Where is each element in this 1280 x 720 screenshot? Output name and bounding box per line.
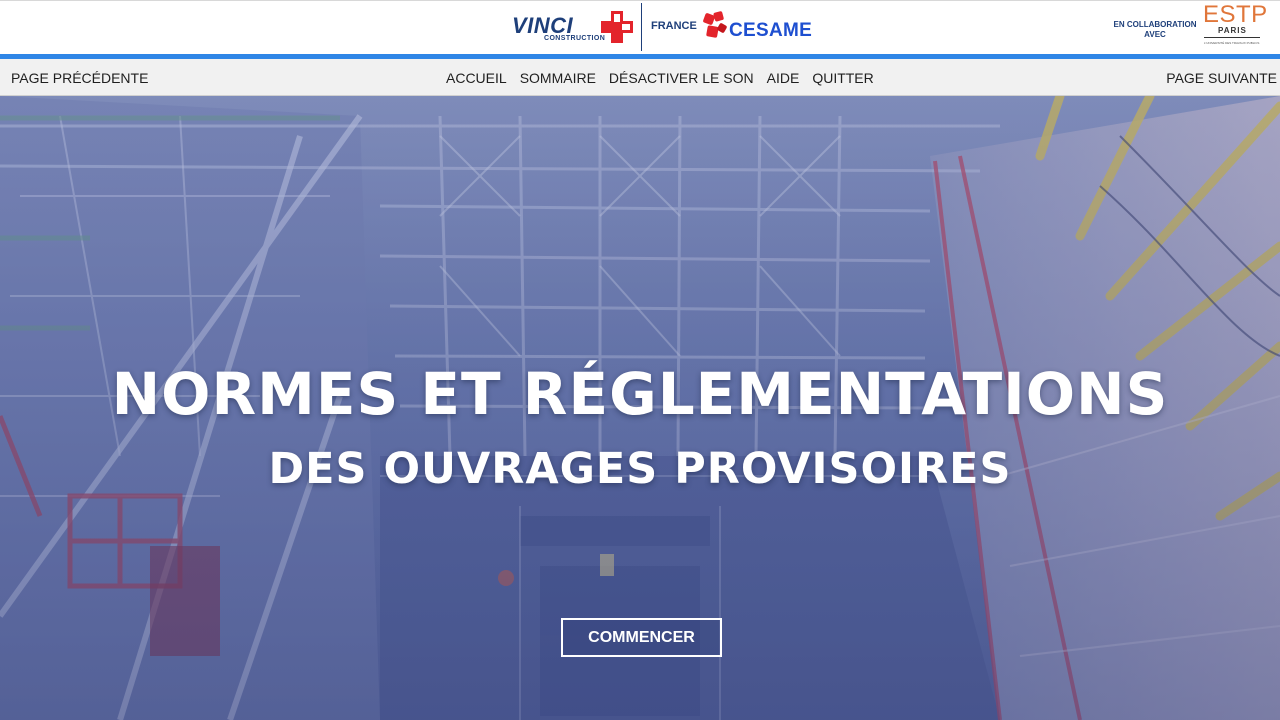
- main-menu: ACCUEIL SOMMAIRE DÉSACTIVER LE SON AIDE …: [446, 70, 874, 86]
- collaboration-label: EN COLLABORATION AVEC: [1112, 20, 1198, 40]
- home-link[interactable]: ACCUEIL: [446, 70, 507, 86]
- hero-subtitle: DES OUVRAGES PROVISOIRES: [268, 444, 1012, 494]
- cesame-logo: CESAME: [701, 9, 813, 45]
- estp-underline: [1204, 37, 1260, 38]
- quit-link[interactable]: QUITTER: [812, 70, 873, 86]
- vinci-construction-logo: VINCI CONSTRUCTION: [512, 10, 636, 46]
- navigation-bar: PAGE PRÉCÉDENTE ACCUEIL SOMMAIRE DÉSACTI…: [0, 59, 1280, 96]
- collaboration-line-2: AVEC: [1144, 30, 1166, 39]
- help-link[interactable]: AIDE: [767, 70, 800, 86]
- hero-section: NORMES ET RÉGLEMENTATIONS DES OUVRAGES P…: [0, 96, 1280, 720]
- vinci-cross-icon: [601, 11, 633, 43]
- next-page-link[interactable]: PAGE SUIVANTE: [1166, 70, 1277, 86]
- estp-wordmark: ESTP: [1203, 1, 1268, 28]
- estp-tagline: L'UNIVERSITÉ DES TRAVAUX PUBLICS: [1204, 41, 1260, 45]
- brand-divider: [641, 3, 642, 51]
- start-button[interactable]: COMMENCER: [561, 618, 722, 657]
- estp-city: PARIS: [1218, 26, 1247, 35]
- country-label: FRANCE: [651, 20, 697, 32]
- cesame-wordmark: CESAME: [729, 20, 813, 41]
- previous-page-link[interactable]: PAGE PRÉCÉDENTE: [11, 70, 148, 86]
- vinci-subtitle: CONSTRUCTION: [544, 35, 606, 42]
- estp-paris-logo: ESTP PARIS L'UNIVERSITÉ DES TRAVAUX PUBL…: [1202, 1, 1267, 50]
- summary-link[interactable]: SOMMAIRE: [520, 70, 596, 86]
- hero-title: NORMES ET RÉGLEMENTATIONS: [111, 360, 1169, 428]
- mute-sound-link[interactable]: DÉSACTIVER LE SON: [609, 70, 754, 86]
- site-header: VINCI CONSTRUCTION FRANCE CESAME EN COLL…: [0, 0, 1280, 54]
- collaboration-line-1: EN COLLABORATION: [1113, 20, 1197, 29]
- cesame-puzzle-icon: [703, 11, 727, 38]
